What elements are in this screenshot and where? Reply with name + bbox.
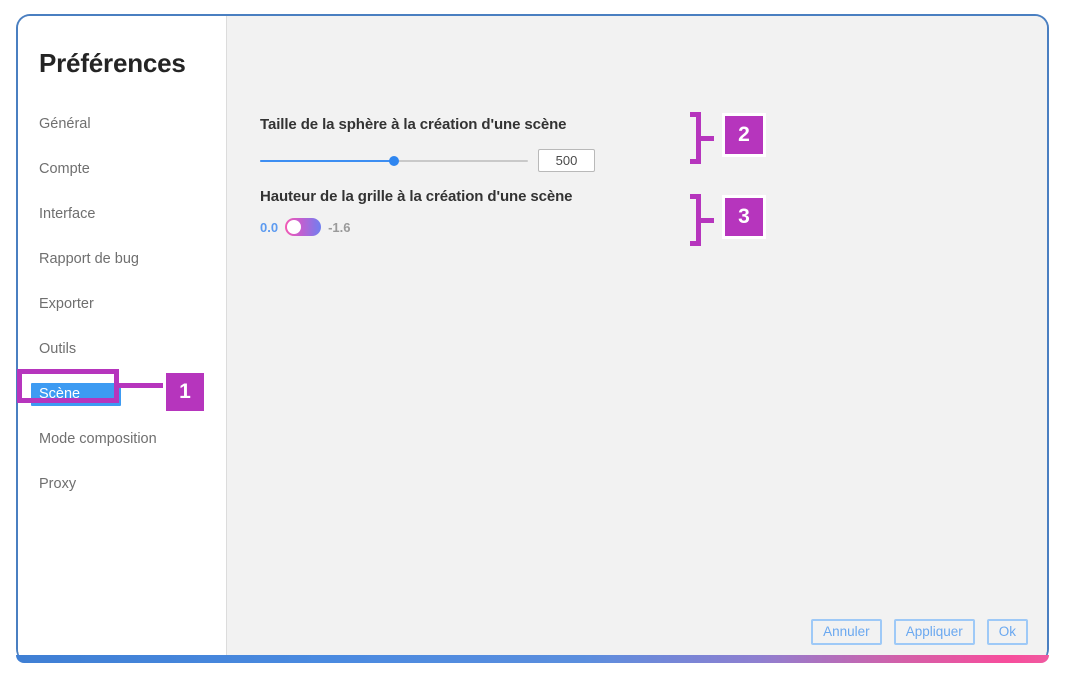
sidebar-item-interface[interactable]: Interface <box>18 203 226 226</box>
grid-height-setting: Hauteur de la grille à la création d'une… <box>260 188 1047 236</box>
annotation-2-brace <box>690 112 716 164</box>
brace-bottom-arm <box>690 241 701 246</box>
brace-mid-arm <box>701 135 714 141</box>
grid-height-toggle[interactable] <box>285 218 322 236</box>
annotation-1-highlight-rect <box>17 369 119 403</box>
slider-fill <box>260 159 394 162</box>
dialog-footer: Annuler Appliquer Ok <box>811 619 1028 645</box>
brace-top-arm <box>690 112 701 117</box>
apply-button[interactable]: Appliquer <box>893 619 975 645</box>
window-bottom-gradient-border <box>16 655 1049 663</box>
sidebar-item-general[interactable]: Général <box>18 113 226 136</box>
grid-height-label: Hauteur de la grille à la création d'une… <box>260 188 573 205</box>
sidebar-item-exporter[interactable]: Exporter <box>18 293 226 316</box>
sphere-size-slider-row: 500 <box>260 149 1047 172</box>
sidebar-item-proxy[interactable]: Proxy <box>18 473 226 496</box>
toggle-knob <box>287 220 302 234</box>
cancel-button[interactable]: Annuler <box>811 619 882 645</box>
sidebar-item-compte[interactable]: Compte <box>18 158 226 181</box>
slider-thumb[interactable] <box>389 155 399 166</box>
sphere-size-setting: Taille de la sphère à la création d'une … <box>260 116 1047 172</box>
sphere-size-input[interactable]: 500 <box>538 149 595 172</box>
page-title: Préférences <box>39 48 186 78</box>
sidebar-item-outils[interactable]: Outils <box>18 338 226 361</box>
annotation-marker-2: 2 <box>722 113 766 157</box>
sidebar: Préférences Général Compte Interface Rap… <box>18 16 227 663</box>
grid-height-value-left: 0.0 <box>260 219 279 235</box>
annotation-marker-1: 1 <box>163 370 207 414</box>
settings-panel: Taille de la sphère à la création d'une … <box>227 16 1047 663</box>
annotation-1-connector-line <box>118 383 166 388</box>
annotation-marker-3: 3 <box>722 195 766 239</box>
sidebar-item-mode-composition[interactable]: Mode composition <box>18 428 226 451</box>
grid-height-toggle-row: 0.0 -1.6 <box>260 218 1047 236</box>
preferences-dialog: Préférences Général Compte Interface Rap… <box>16 14 1049 663</box>
sphere-size-label: Taille de la sphère à la création d'une … <box>260 116 567 133</box>
sphere-size-slider[interactable] <box>260 154 528 168</box>
brace-top-arm <box>690 194 701 199</box>
sidebar-item-rapport-de-bug[interactable]: Rapport de bug <box>18 248 226 271</box>
ok-button[interactable]: Ok <box>986 619 1028 645</box>
grid-height-value-right: -1.6 <box>328 219 351 235</box>
annotation-3-brace <box>690 194 716 246</box>
sidebar-nav-list: Général Compte Interface Rapport de bug … <box>18 113 226 496</box>
brace-bottom-arm <box>690 159 701 164</box>
brace-mid-arm <box>701 217 714 223</box>
